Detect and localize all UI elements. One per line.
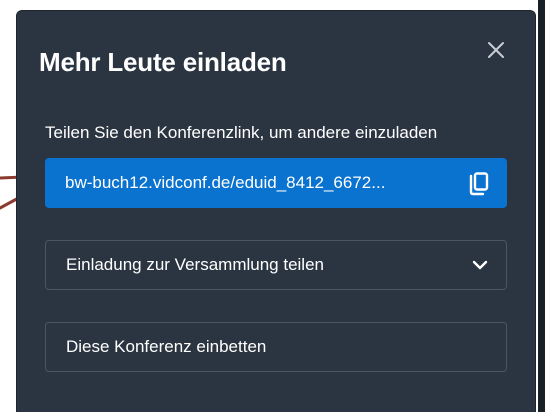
close-button[interactable] (485, 39, 507, 61)
conference-link-text: bw-buch12.vidconf.de/eduid_8412_6672... (65, 173, 386, 192)
invite-share-label: Einladung zur Versammlung teilen (66, 255, 324, 274)
copy-icon[interactable] (469, 172, 489, 196)
conference-link-copy-button[interactable]: bw-buch12.vidconf.de/eduid_8412_6672... (45, 158, 507, 208)
embed-conference-label: Diese Konferenz einbetten (66, 337, 267, 356)
screenshot-stage: Mehr Leute einladen Teilen Sie den Konfe… (0, 0, 545, 412)
close-icon (488, 42, 504, 58)
background-edge (538, 0, 545, 412)
share-link-label: Teilen Sie den Konferenzlink, um andere … (45, 123, 438, 142)
invite-dialog: Mehr Leute einladen Teilen Sie den Konfe… (16, 10, 536, 412)
embed-conference-button[interactable]: Diese Konferenz einbetten (45, 322, 507, 372)
invite-share-dropdown[interactable]: Einladung zur Versammlung teilen (45, 240, 507, 290)
chevron-down-icon (472, 260, 488, 270)
dialog-title: Mehr Leute einladen (39, 47, 287, 77)
